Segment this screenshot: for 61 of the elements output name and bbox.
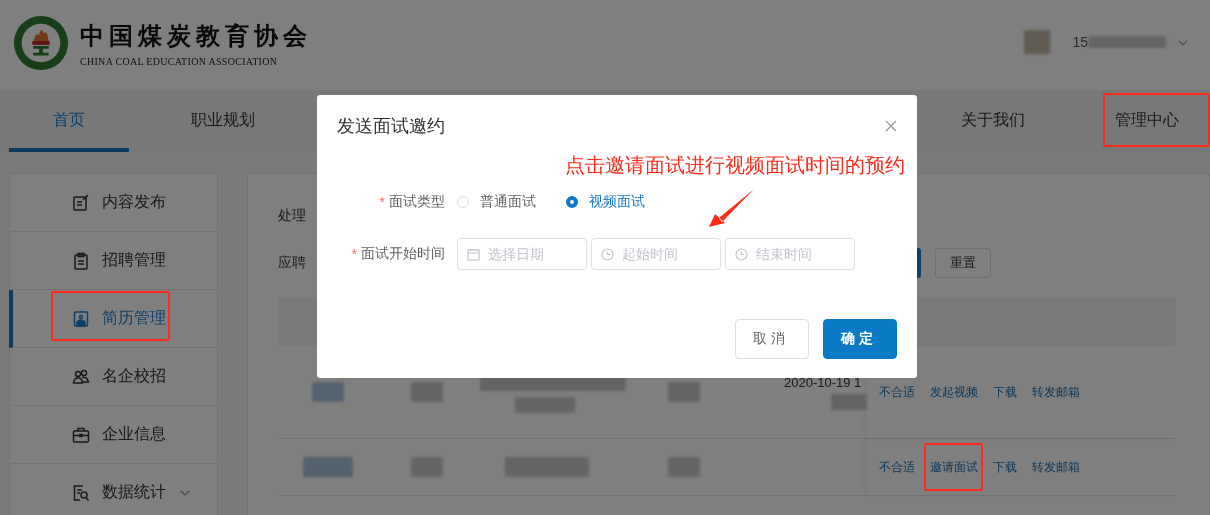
sidebar-item[interactable]: 招聘管理 — [9, 232, 217, 290]
site-subtitle: CHINA COAL EDUCATION ASSOCIATION — [80, 56, 279, 67]
search-doc-icon — [72, 483, 90, 502]
blurred-text — [667, 382, 700, 402]
blurred-text — [302, 457, 353, 477]
nav-tab[interactable]: 管理中心 — [1087, 90, 1207, 152]
date-picker-field[interactable]: 选择日期 — [457, 238, 587, 270]
filter-label: 应聘 — [277, 254, 306, 272]
sidebar-item[interactable]: 内容发布 — [9, 174, 217, 232]
time-picker-field[interactable]: 起始时间 — [591, 238, 721, 270]
radio-label[interactable]: 视频面试 — [589, 193, 645, 211]
blurred-avatar — [1024, 30, 1051, 54]
chevron-down-icon[interactable] — [1178, 40, 1188, 46]
clipboard-icon — [72, 251, 90, 270]
calendar-icon — [467, 248, 480, 261]
action-link[interactable]: 不合适 — [878, 458, 915, 476]
action-link[interactable]: 邀请面试 — [929, 458, 978, 476]
nav-tab[interactable]: 职业规划 — [163, 90, 283, 152]
logo — [12, 14, 70, 72]
user-phone[interactable]: 15 — [1072, 34, 1088, 50]
sidebar-item[interactable]: 数据统计 — [9, 464, 217, 515]
blurred-text — [830, 393, 867, 410]
filter-label: 处理 — [277, 207, 306, 225]
cancel-button[interactable]: 取消 — [735, 319, 809, 359]
dialog-title: 发送面试邀约 — [337, 115, 445, 138]
action-link[interactable]: 下载 — [992, 458, 1017, 476]
annotation-text: 点击邀请面试进行视频面试时间的预约 — [564, 153, 905, 177]
time-picker-field[interactable]: 结束时间 — [725, 238, 855, 270]
sidebar-item[interactable]: 企业信息 — [9, 406, 217, 464]
blurred-text — [411, 382, 444, 402]
clock-icon — [601, 248, 614, 261]
close-button[interactable] — [883, 118, 899, 134]
required-mark: * — [351, 246, 357, 262]
radio-button[interactable] — [566, 196, 578, 208]
action-link[interactable]: 下载 — [992, 383, 1017, 401]
action-link[interactable]: 不合适 — [878, 383, 915, 401]
field-label: 面试开始时间 — [361, 245, 445, 263]
sidebar-item[interactable]: 名企校招 — [9, 348, 217, 406]
annotation-arrow — [707, 187, 757, 229]
clock-icon — [735, 248, 748, 261]
radio-label[interactable]: 普通面试 — [480, 193, 536, 211]
site-title: 中国煤炭教育协会 — [80, 22, 312, 50]
blurred-text — [311, 382, 344, 402]
blurred-text — [411, 457, 444, 477]
blurred-text — [667, 457, 700, 477]
briefcase-icon — [72, 425, 90, 444]
field-label: 面试类型 — [389, 193, 445, 211]
table-cell: 2020-10-19 1 — [783, 374, 862, 390]
action-link[interactable]: 转发邮箱 — [1031, 458, 1080, 476]
action-link[interactable]: 发起视频 — [929, 383, 978, 401]
required-mark: * — [379, 194, 385, 210]
confirm-button[interactable]: 确定 — [823, 319, 897, 359]
blurred-text — [515, 397, 576, 413]
nav-tab[interactable]: 关于我们 — [933, 90, 1053, 152]
action-link[interactable]: 转发邮箱 — [1031, 383, 1080, 401]
edit-icon — [72, 193, 90, 212]
sidebar-item[interactable]: 简历管理 — [9, 290, 217, 348]
portrait-icon — [72, 309, 90, 328]
nav-tab[interactable]: 首页 — [9, 90, 129, 152]
reset-button[interactable]: 重置 — [934, 248, 991, 278]
people-icon — [72, 367, 90, 386]
